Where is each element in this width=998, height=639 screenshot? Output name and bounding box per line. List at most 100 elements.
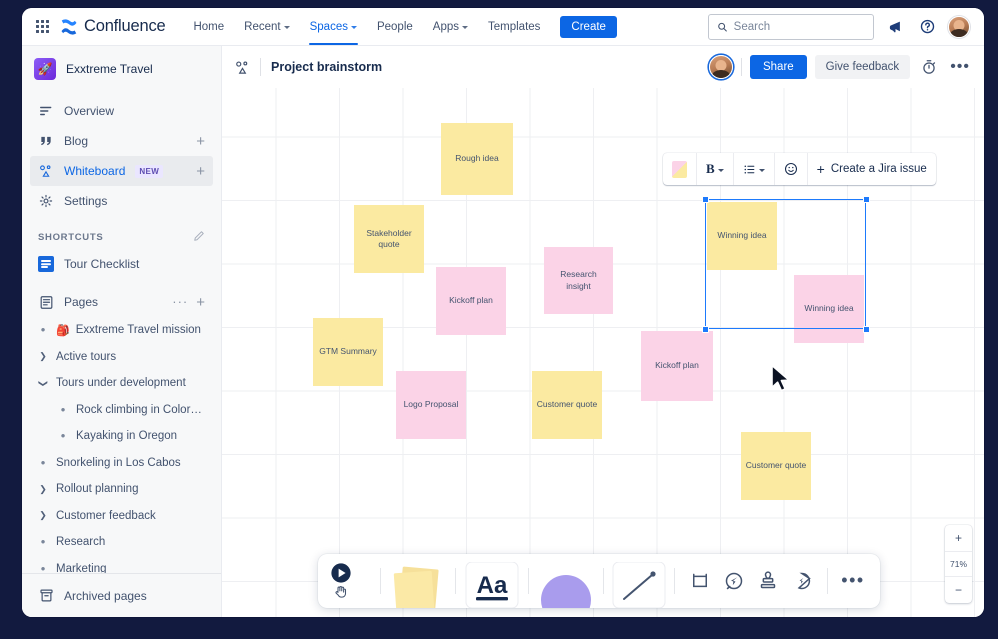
tree-item-active-tours[interactable]: ❯ Active tours <box>30 344 213 371</box>
sticky-note-selected[interactable]: Winning idea <box>707 202 777 270</box>
history-button[interactable] <box>918 56 940 78</box>
user-avatar[interactable] <box>948 15 970 38</box>
confluence-logo[interactable]: Confluence <box>60 17 166 36</box>
tree-item-rock-climbing-in-colorado[interactable]: • Rock climbing in Colorado <box>30 397 213 424</box>
archived-pages-item[interactable]: Archived pages <box>22 573 221 617</box>
primary-nav-items: Home Recent Spaces People Apps Templates <box>183 8 550 45</box>
whiteboard-tool-dock: Aa ••• <box>318 554 880 608</box>
sticky-note[interactable]: Rough idea <box>441 123 513 195</box>
status-badge: NEW <box>135 164 164 178</box>
sticky-note[interactable]: Customer quote <box>532 371 602 439</box>
overview-icon <box>38 103 54 119</box>
edit-shortcuts-icon[interactable] <box>193 230 205 245</box>
color-picker-button[interactable] <box>663 153 697 185</box>
sidebar-item-blog[interactable]: Blog + <box>30 126 213 156</box>
more-options-button[interactable]: ••• <box>948 59 972 75</box>
create-jira-issue-button[interactable]: + Create a Jira issue <box>808 153 936 185</box>
zoom-out-button[interactable]: − <box>945 577 972 603</box>
tool-shape[interactable] <box>537 554 595 608</box>
tool-stamp[interactable] <box>751 554 785 608</box>
sticky-note[interactable]: Kickoff plan <box>641 331 713 401</box>
share-button[interactable]: Share <box>749 55 807 79</box>
space-nav-list: Overview Blog + Whiteboard NEW + Setting… <box>22 92 221 216</box>
shortcut-item-tour-checklist[interactable]: Tour Checklist <box>22 249 221 279</box>
sticky-note[interactable]: Customer quote <box>741 432 811 500</box>
sticky-note-text: Kickoff plan <box>449 295 493 306</box>
sticky-note[interactable]: Stakeholder quote <box>354 205 424 273</box>
sticky-note[interactable]: Research insight <box>544 247 613 314</box>
app-switcher-icon[interactable] <box>32 17 52 37</box>
line-icon <box>612 562 666 608</box>
tree-item-label: Exxtreme Travel mission <box>75 324 201 337</box>
tool-frame[interactable] <box>683 554 717 608</box>
sticky-note-text: Stakeholder quote <box>366 227 412 249</box>
tool-line[interactable] <box>612 554 666 608</box>
help-button[interactable] <box>916 16 938 38</box>
give-feedback-button[interactable]: Give feedback <box>814 55 911 79</box>
sticky-note[interactable]: GTM Summary <box>313 318 383 386</box>
tree-item-label: Snorkeling in Los Cabos <box>56 456 181 469</box>
sidebar-item-settings[interactable]: Settings <box>30 186 213 216</box>
whiteboard-canvas[interactable]: Rough idea Stakeholder quote Kickoff pla… <box>222 88 984 617</box>
tool-smart-link[interactable] <box>717 554 751 608</box>
emoji-button[interactable] <box>775 153 808 185</box>
tool-more[interactable]: ••• <box>836 554 870 608</box>
tree-item-exxtreme-travel-mission[interactable]: • 🎒 Exxtreme Travel mission <box>30 317 213 344</box>
quote-icon <box>38 133 54 149</box>
zoom-in-button[interactable]: + <box>945 525 972 551</box>
tree-item-snorkeling-in-los-cabos[interactable]: • Snorkeling in Los Cabos <box>30 450 213 477</box>
frame-icon <box>693 573 707 588</box>
nav-item-templates[interactable]: Templates <box>478 8 550 45</box>
sticky-note[interactable]: Kickoff plan <box>436 267 506 335</box>
chevron-right-icon[interactable]: ❯ <box>36 351 50 362</box>
whiteboard-header: Project brainstorm Share Give feedback •… <box>222 46 984 88</box>
tree-item-research[interactable]: • Research <box>30 529 213 556</box>
add-page-icon[interactable]: + <box>196 295 205 310</box>
add-whiteboard-icon[interactable]: + <box>196 164 205 179</box>
tree-item-label: Rock climbing in Colorado <box>76 403 207 416</box>
sticky-note-text: Research insight <box>560 269 597 291</box>
bold-button[interactable]: B <box>697 153 734 185</box>
nav-item-home[interactable]: Home <box>183 8 234 45</box>
search-box[interactable] <box>708 13 874 40</box>
sticker-icon <box>797 572 811 590</box>
space-header[interactable]: 🚀 Exxtreme Travel <box>22 46 221 92</box>
nav-item-spaces[interactable]: Spaces <box>300 8 367 45</box>
search-input[interactable] <box>733 20 865 33</box>
notifications-button[interactable] <box>884 16 906 38</box>
shortcuts-section-header: SHORTCUTS <box>22 216 221 249</box>
sticky-note[interactable]: Logo Proposal <box>396 371 466 439</box>
color-swatch-icon <box>672 160 687 178</box>
tool-select-play[interactable] <box>328 554 372 608</box>
browser-window: Confluence Home Recent Spaces People App… <box>22 8 984 617</box>
sidebar-item-overview[interactable]: Overview <box>30 96 213 126</box>
pages-more-icon[interactable]: ··· <box>172 295 188 308</box>
tool-sticker[interactable] <box>785 554 819 608</box>
sticky-note-selected[interactable]: Winning idea <box>794 275 864 343</box>
help-circle-icon <box>920 19 934 34</box>
nav-item-people[interactable]: People <box>367 8 423 45</box>
tree-item-kayaking-in-oregon[interactable]: • Kayaking in Oregon <box>30 423 213 450</box>
sticky-note-text: Customer quote <box>745 460 807 471</box>
tool-sticky-note[interactable] <box>389 554 447 608</box>
sticky-note-text: GTM Summary <box>319 346 377 357</box>
nav-item-apps[interactable]: Apps <box>423 8 478 45</box>
tree-item-label: Research <box>56 536 106 549</box>
tree-item-tours-under-development[interactable]: ❯ Tours under development <box>30 370 213 397</box>
chevron-down-icon[interactable]: ❯ <box>38 376 49 390</box>
collaborator-avatar[interactable] <box>708 55 733 79</box>
nav-item-recent[interactable]: Recent <box>234 8 299 45</box>
sidebar-item-whiteboard[interactable]: Whiteboard NEW + <box>30 156 213 186</box>
pages-section-header[interactable]: Pages ··· + <box>22 287 221 317</box>
tree-item-customer-feedback[interactable]: ❯ Customer feedback <box>30 503 213 530</box>
tree-item-rollout-planning[interactable]: ❯ Rollout planning <box>30 476 213 503</box>
tool-text[interactable]: Aa <box>464 554 520 608</box>
chevron-right-icon[interactable]: ❯ <box>36 510 50 521</box>
resize-handle-top-right[interactable] <box>862 195 870 203</box>
add-blog-icon[interactable]: + <box>196 134 205 149</box>
list-button[interactable] <box>734 153 775 185</box>
page-title[interactable]: Project brainstorm <box>271 60 382 74</box>
chevron-right-icon[interactable]: ❯ <box>36 484 50 495</box>
divider <box>603 568 604 594</box>
create-button[interactable]: Create <box>560 15 617 38</box>
